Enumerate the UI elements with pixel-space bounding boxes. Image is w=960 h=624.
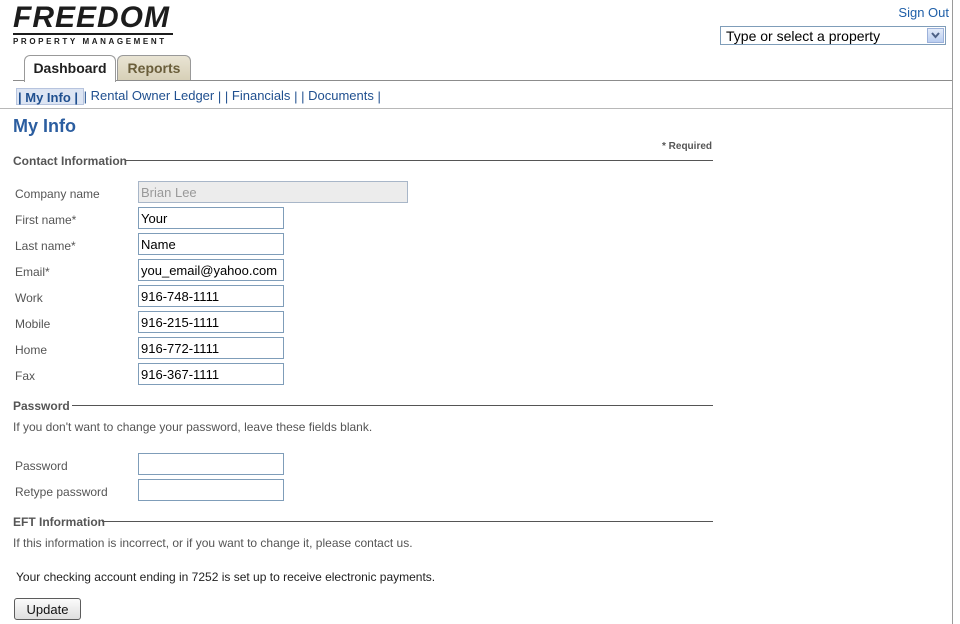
sub-navigation: | My Info | | Rental Owner Ledger | | Fi… xyxy=(16,87,381,105)
update-button[interactable]: Update xyxy=(14,598,81,620)
separator: | xyxy=(377,89,381,105)
separator: | xyxy=(74,89,79,105)
tab-reports[interactable]: Reports xyxy=(117,55,191,81)
separator: | xyxy=(301,89,305,105)
last-name-field[interactable] xyxy=(138,233,284,255)
required-note: * Required xyxy=(662,141,713,152)
separator: | xyxy=(217,89,222,105)
retype-password-label: Retype password xyxy=(15,485,108,499)
chevron-down-icon xyxy=(931,32,940,39)
contact-section-rule xyxy=(126,160,713,161)
subnav-my-info-label: My Info xyxy=(25,89,71,105)
email-field[interactable] xyxy=(138,259,284,281)
home-phone-label: Home xyxy=(15,343,48,357)
email-label: Email* xyxy=(15,265,50,279)
separator: | xyxy=(224,89,229,105)
freedom-logo: FREEDOM PROPERTY MANAGEMENT xyxy=(13,2,175,46)
contact-section-title: Contact Information xyxy=(13,154,127,168)
eft-note: If this information is incorrect, or if … xyxy=(13,536,413,550)
password-note: If you don't want to change your passwor… xyxy=(13,420,373,434)
password-label: Password xyxy=(15,459,68,473)
subnav-documents[interactable]: Documents xyxy=(308,88,374,103)
eft-section-rule xyxy=(102,521,713,522)
fax-label: Fax xyxy=(15,369,36,383)
logo-rule xyxy=(13,33,173,35)
subnav-financials[interactable]: Financials xyxy=(232,88,291,103)
sign-out-link[interactable]: Sign Out xyxy=(898,5,949,20)
work-phone-label: Work xyxy=(15,291,43,305)
password-section-rule xyxy=(72,405,713,406)
work-phone-field[interactable] xyxy=(138,285,284,307)
property-select[interactable]: Type or select a property xyxy=(720,26,946,45)
tab-dashboard[interactable]: Dashboard xyxy=(24,55,116,82)
company-name-label: Company name xyxy=(15,187,100,201)
password-field[interactable] xyxy=(138,453,284,475)
password-section-title: Password xyxy=(13,399,70,413)
mobile-phone-label: Mobile xyxy=(15,317,51,331)
subnav-rental-owner-ledger[interactable]: Rental Owner Ledger xyxy=(91,88,215,103)
retype-password-field[interactable] xyxy=(138,479,284,501)
separator: | xyxy=(294,89,298,105)
fax-field[interactable] xyxy=(138,363,284,385)
tab-divider xyxy=(13,80,952,81)
mobile-phone-field[interactable] xyxy=(138,311,284,333)
first-name-field[interactable] xyxy=(138,207,284,229)
home-phone-field[interactable] xyxy=(138,337,284,359)
first-name-label: First name* xyxy=(15,213,77,227)
subnav-divider xyxy=(0,108,952,109)
dropdown-arrow-button[interactable] xyxy=(927,28,944,43)
logo-subtitle: PROPERTY MANAGEMENT xyxy=(13,37,167,46)
logo-title: FREEDOM xyxy=(13,1,170,34)
page-title: My Info xyxy=(13,116,76,136)
separator: | xyxy=(18,89,22,105)
company-name-field xyxy=(138,181,408,203)
last-name-label: Last name* xyxy=(15,239,76,253)
eft-section-title: EFT Information xyxy=(13,515,105,529)
eft-status-message: Your checking account ending in 7252 is … xyxy=(16,570,436,584)
subnav-my-info[interactable]: | My Info | xyxy=(16,87,84,105)
property-select-value: Type or select a property xyxy=(726,28,881,44)
separator: | xyxy=(83,89,88,105)
page-border xyxy=(952,0,953,624)
